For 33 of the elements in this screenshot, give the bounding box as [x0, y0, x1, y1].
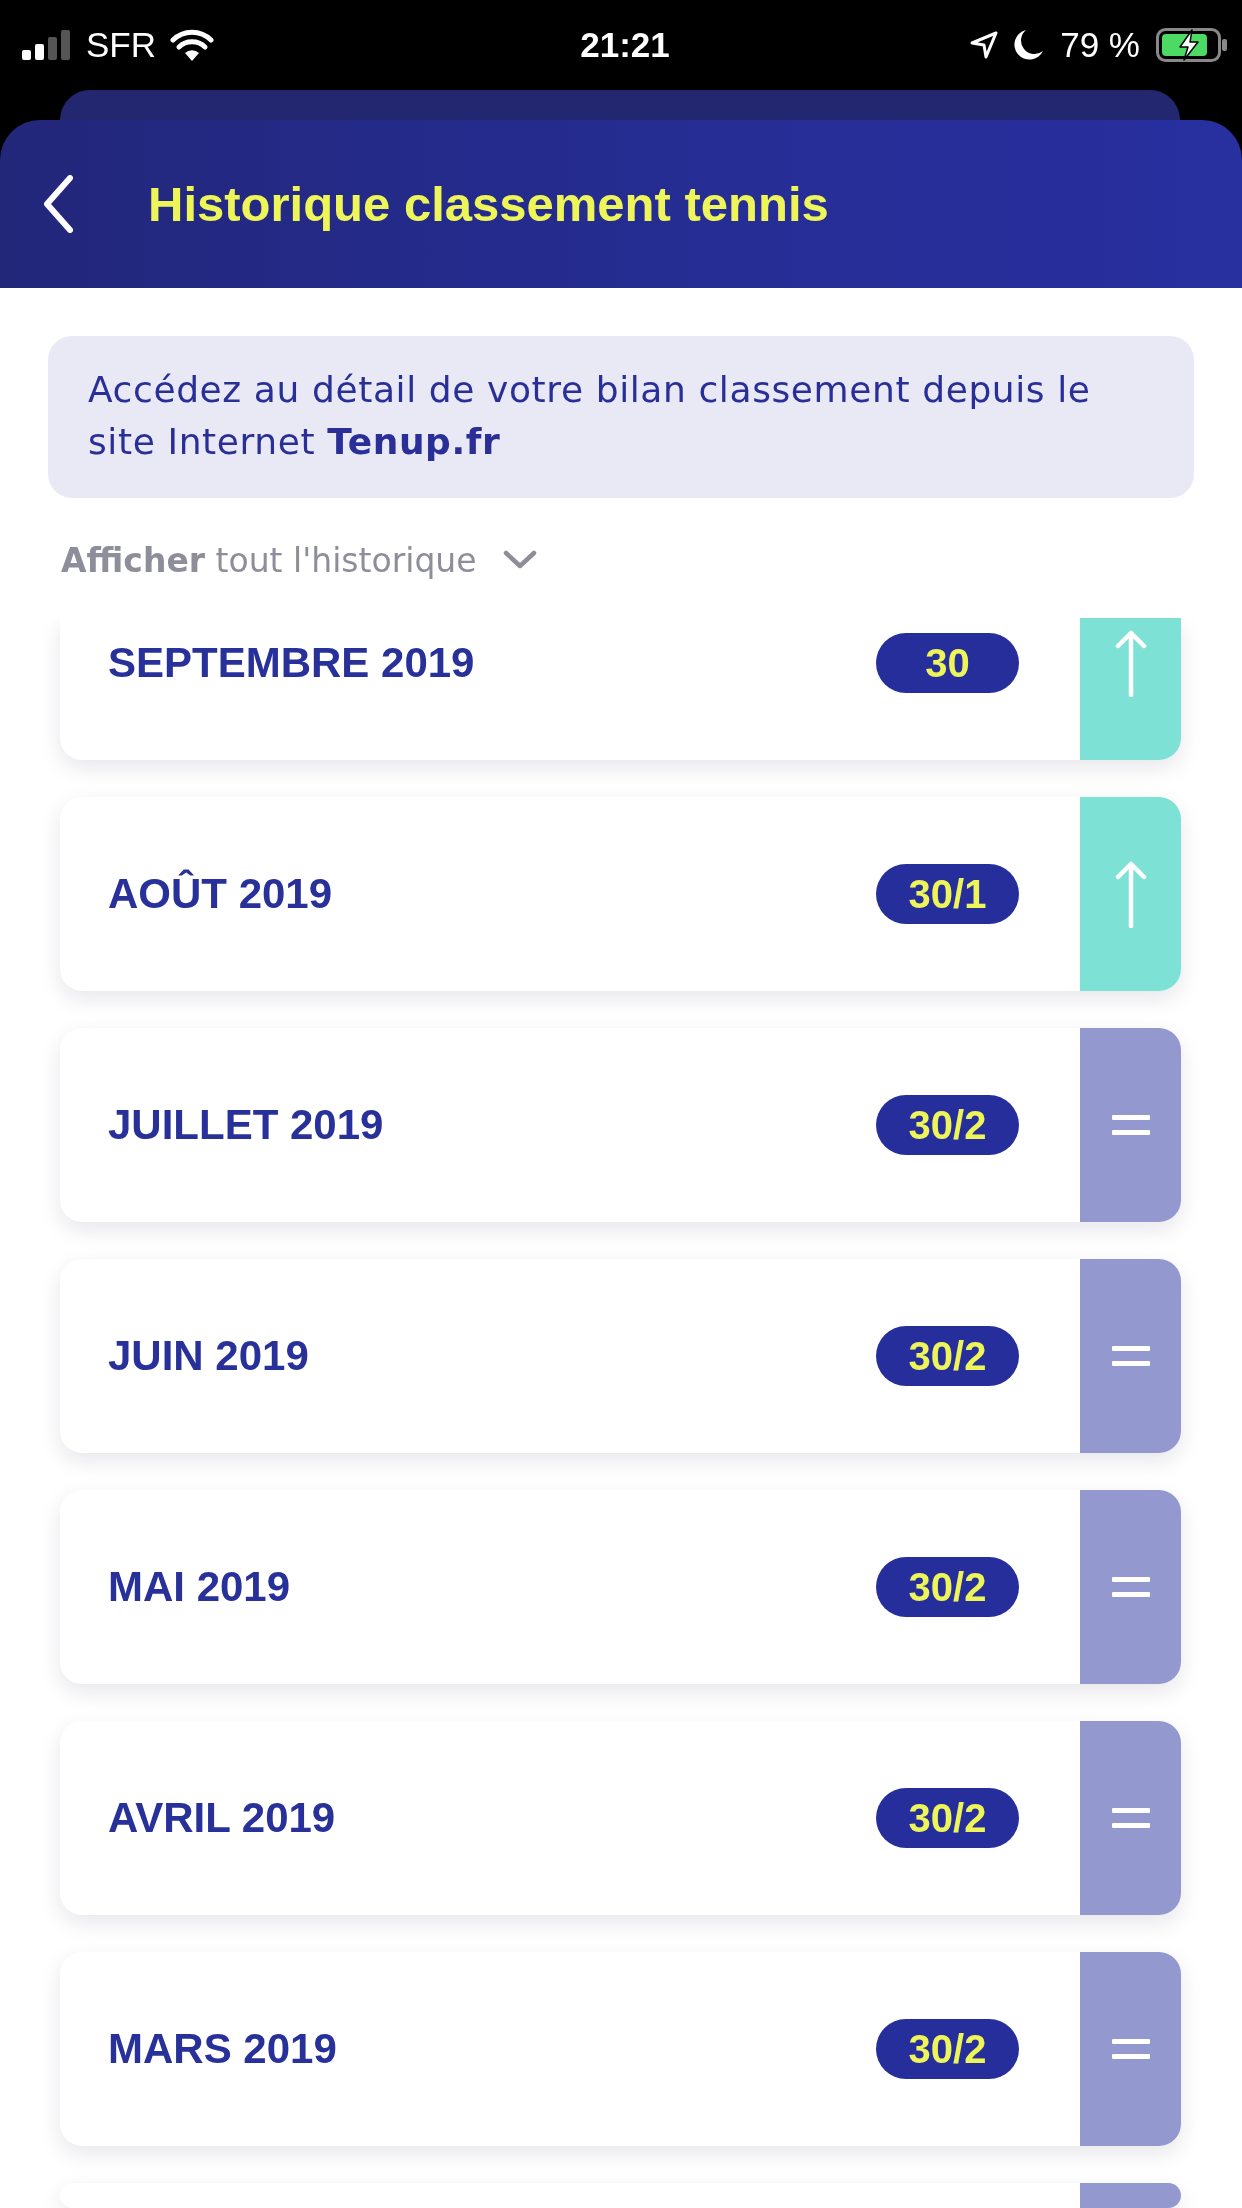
month-label: MARS 2019 — [108, 2025, 337, 2073]
up-arrow-icon — [1113, 860, 1148, 928]
info-text: Accédez au détail de votre bilan classement depuis le site Internet Tenup.fr — [88, 368, 1092, 464]
month-label: AVRIL 2019 — [108, 1794, 336, 1842]
month-label: SEPTEMBRE 2019 — [108, 639, 475, 687]
up-arrow-icon — [1113, 629, 1148, 697]
status-time: 21:21 — [580, 25, 670, 65]
rank-badge: 30 — [876, 633, 1019, 693]
equals-icon — [1111, 1115, 1150, 1135]
rank-badge: 30/2 — [876, 1326, 1019, 1386]
rank-badge: 30/2 — [876, 1788, 1019, 1848]
equals-icon — [1111, 2039, 1150, 2059]
equals-icon — [1111, 1808, 1150, 1828]
signal-icon — [22, 30, 72, 60]
moon-icon — [1014, 29, 1045, 61]
equals-icon — [1111, 1577, 1150, 1597]
carrier-name: SFR — [86, 25, 156, 65]
rank-badge: 30/2 — [876, 1557, 1019, 1617]
back-chevron-icon — [43, 175, 73, 233]
month-label: JUIN 2019 — [108, 1332, 309, 1380]
month-label: AOÛT 2019 — [108, 870, 333, 918]
show-history-toggle[interactable]: Afficher tout l'historique — [48, 520, 550, 600]
page-title: Historique classement tennis — [148, 176, 829, 232]
month-label: MAI 2019 — [108, 1563, 291, 1611]
month-label: JUILLET 2019 — [108, 1101, 384, 1149]
battery-percentage: 79 % — [1060, 25, 1140, 65]
rank-badge: 30/2 — [876, 2019, 1019, 2079]
rank-badge: 30/1 — [876, 864, 1019, 924]
equals-icon — [1111, 1346, 1150, 1366]
location-arrow-icon — [970, 31, 999, 59]
wifi-icon — [170, 29, 214, 61]
rank-badge: 30/2 — [876, 1095, 1019, 1155]
battery-charging-icon — [1156, 28, 1228, 62]
